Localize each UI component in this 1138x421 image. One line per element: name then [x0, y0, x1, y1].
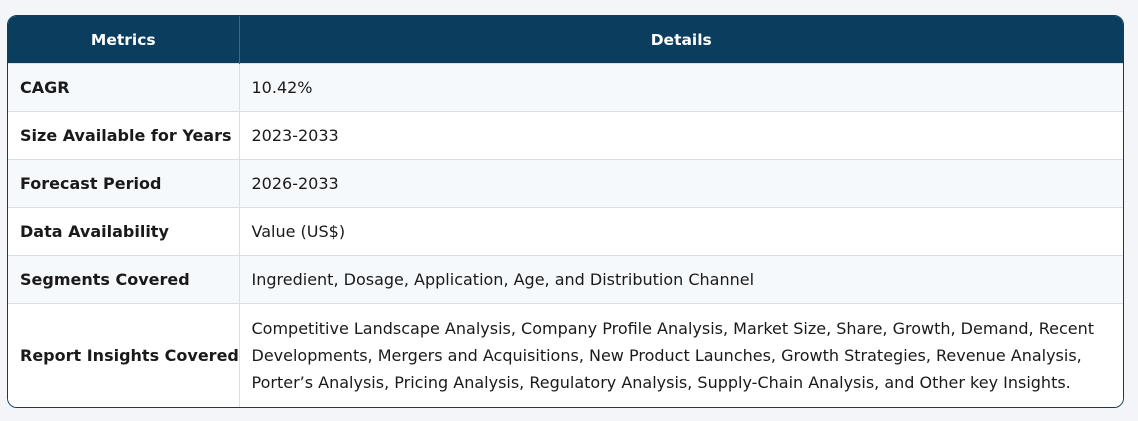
metric-detail: 10.42% [239, 63, 1123, 112]
table-row: Segments Covered Ingredient, Dosage, App… [8, 255, 1123, 304]
metric-label: Report Insights Covered [8, 303, 240, 407]
metric-label: Size Available for Years [8, 111, 240, 160]
header-details: Details [239, 16, 1123, 64]
table-body: CAGR 10.42% Size Available for Years 202… [8, 63, 1123, 407]
table-row: Data Availability Value (US$) [8, 207, 1123, 256]
metric-detail: Ingredient, Dosage, Application, Age, an… [239, 255, 1123, 304]
table-row: Forecast Period 2026-2033 [8, 159, 1123, 208]
metric-label: Segments Covered [8, 255, 240, 304]
table-row: CAGR 10.42% [8, 63, 1123, 112]
table-row: Size Available for Years 2023-2033 [8, 111, 1123, 160]
metric-detail: 2026-2033 [239, 159, 1123, 208]
metric-detail: 2023-2033 [239, 111, 1123, 160]
metrics-table-container: Metrics Details CAGR 10.42% Size Availab… [7, 15, 1124, 408]
metric-detail: Value (US$) [239, 207, 1123, 256]
metric-detail: Competitive Landscape Analysis, Company … [239, 303, 1123, 407]
table-row: Report Insights Covered Competitive Land… [8, 303, 1123, 407]
header-row: Metrics Details [8, 16, 1123, 64]
header-metrics: Metrics [8, 16, 240, 64]
metric-label: CAGR [8, 63, 240, 112]
table-header: Metrics Details [8, 16, 1123, 64]
metrics-table: Metrics Details CAGR 10.42% Size Availab… [8, 16, 1123, 407]
metric-label: Data Availability [8, 207, 240, 256]
metric-label: Forecast Period [8, 159, 240, 208]
